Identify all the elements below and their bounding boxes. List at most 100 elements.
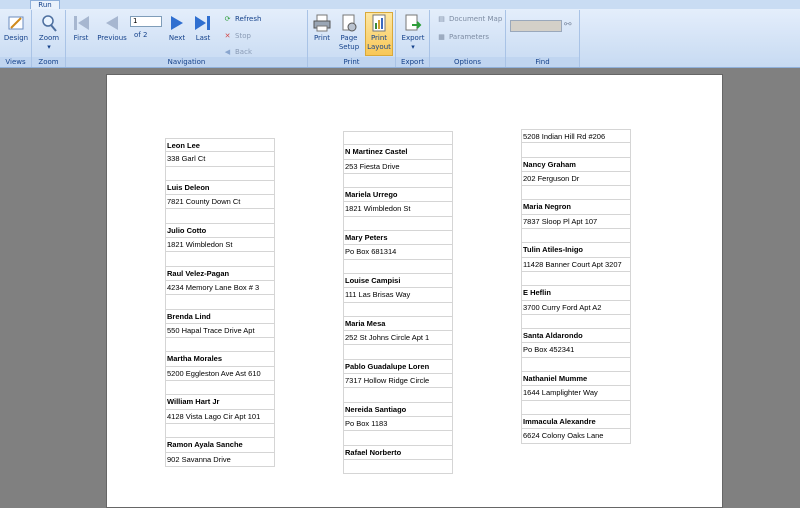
design-label: Design: [3, 34, 29, 42]
record-spacer: [343, 431, 453, 446]
record-address: 550 Hapal Trace Drive Apt: [165, 323, 275, 339]
printer-icon: [312, 13, 332, 33]
export-icon: [403, 13, 423, 33]
record-address: 3700 Curry Ford Apt A2: [521, 300, 631, 315]
first-icon: [71, 13, 91, 33]
record-name: Nancy Graham: [521, 157, 631, 172]
zoom-button[interactable]: Zoom ▾: [36, 13, 62, 52]
stop-label: Stop: [235, 32, 251, 40]
record-name: Martha Morales: [165, 352, 275, 367]
first-page-button[interactable]: First: [70, 13, 92, 43]
document-map-button[interactable]: ▤ Document Map: [436, 13, 502, 25]
record-address: Po Box 1183: [343, 416, 453, 432]
zoom-label: Zoom: [38, 34, 60, 42]
record-spacer: [521, 229, 631, 244]
first-label: First: [73, 34, 89, 42]
page-setup-button[interactable]: Page Setup: [336, 13, 362, 52]
group-print: Print Page Setup Print Layout Print: [308, 10, 396, 67]
group-label-views: Views: [0, 57, 31, 67]
record-spacer: [165, 423, 275, 439]
record-spacer: [521, 314, 631, 330]
group-views: Design Views: [0, 10, 32, 67]
record-name: Maria Mesa: [343, 316, 453, 332]
last-page-button[interactable]: Last: [192, 13, 214, 43]
report-column-2: N Martinez Castel 253 Fiesta Drive Mariela…: [343, 131, 453, 475]
document-map-icon: ▤: [438, 15, 445, 23]
print-layout-button[interactable]: Print Layout: [365, 12, 393, 56]
refresh-icon: ⟳: [224, 15, 231, 23]
record-spacer: [343, 459, 453, 475]
previous-icon: [102, 13, 122, 33]
refresh-button[interactable]: ⟳ Refresh: [222, 13, 262, 25]
record-address: 252 St Johns Circle Apt 1: [343, 331, 453, 346]
record-spacer: [343, 345, 453, 360]
record-address: 11428 Banner Court Apt 3207: [521, 257, 631, 272]
record-address: 4234 Memory Lane Box # 3: [165, 280, 275, 296]
group-find: ⚯ Find: [506, 10, 580, 67]
next-label: Next: [168, 34, 186, 42]
record-name: Maria Negron: [521, 200, 631, 215]
next-icon: [167, 13, 187, 33]
export-button[interactable]: Export ▾: [400, 13, 426, 52]
group-navigation: First Previous 1 of 2 Next Last ⟳ Refresh…: [66, 10, 308, 67]
parameters-button[interactable]: ▦ Parameters: [436, 31, 489, 43]
record-spacer: [343, 259, 453, 274]
record-address: 1821 Wimbledon St: [165, 238, 275, 253]
record-spacer: [521, 400, 631, 415]
next-page-button[interactable]: Next: [166, 13, 188, 43]
last-label: Last: [195, 34, 211, 42]
parameters-label: Parameters: [449, 33, 490, 41]
record-name: Ramon Ayala Sanche: [165, 438, 275, 453]
record-address: 5200 Eggleston Ave Ast 610: [165, 366, 275, 382]
print-button[interactable]: Print: [311, 13, 333, 43]
record-spacer: [521, 271, 631, 287]
record-name: Nathaniel Mumme: [521, 372, 631, 387]
report-column-1: Leon Lee 338 Garl Ct Luis Deleon 7821 Count…: [165, 138, 275, 467]
page-number-input[interactable]: 1: [130, 16, 162, 27]
record-address: 7837 Sloop Pl Apt 107: [521, 214, 631, 230]
record-spacer: [521, 357, 631, 373]
print-layout-label-1: Print: [370, 34, 388, 42]
print-label: Print: [313, 34, 331, 42]
record-address: 111 Las Brisas Way: [343, 288, 453, 303]
record-spacer: [165, 209, 275, 224]
group-export: Export ▾ Export: [396, 10, 430, 67]
document-map-label: Document Map: [449, 15, 503, 23]
group-options: ▤ Document Map ▦ Parameters Options: [430, 10, 506, 67]
record-name: Leon Lee: [165, 138, 275, 153]
binoculars-icon[interactable]: ⚯: [564, 19, 572, 31]
refresh-label: Refresh: [235, 15, 262, 23]
record-address: 338 Garl Ct: [165, 152, 275, 167]
tab-run[interactable]: Run: [30, 0, 60, 9]
record-address: 1821 Wimbledon St: [343, 202, 453, 217]
record-spacer: [165, 338, 275, 353]
record-name: Louise Campisi: [343, 273, 453, 289]
record-name: E Heflin: [521, 286, 631, 301]
record-name: Immacula Alexandre: [521, 414, 631, 430]
report-column-3: 5208 Indian Hill Rd #206 Nancy Graham 202 …: [521, 129, 631, 444]
record-spacer: [343, 173, 453, 189]
group-label-zoom: Zoom: [32, 57, 65, 67]
record-spacer: [165, 381, 275, 396]
find-input[interactable]: [510, 20, 562, 32]
record-address: 1644 Lamplighter Way: [521, 386, 631, 401]
design-button[interactable]: Design: [3, 13, 29, 43]
record-name: Rafael Norberto: [343, 445, 453, 460]
stop-button[interactable]: ✕ Stop: [222, 30, 251, 42]
record-spacer: [165, 252, 275, 267]
print-layout-label-2: Layout: [367, 43, 391, 51]
record-name: N Martinez Castel: [343, 145, 453, 160]
record-spacer: [521, 143, 631, 158]
record-name: Santa Aldarondo: [521, 329, 631, 344]
stop-icon: ✕: [224, 32, 231, 40]
record-address: 202 Ferguson Dr: [521, 171, 631, 187]
record-address: Po Box 681314: [343, 245, 453, 260]
record-address: 7821 County Down Ct: [165, 195, 275, 210]
record-address: 4128 Vista Lago Cir Apt 101: [165, 409, 275, 424]
previous-page-button[interactable]: Previous: [96, 13, 128, 43]
record-name: Mary Peters: [343, 231, 453, 246]
group-label-print: Print: [308, 57, 395, 67]
record-spacer: [343, 216, 453, 232]
back-label: Back: [235, 48, 252, 56]
record-spacer: [165, 166, 275, 181]
